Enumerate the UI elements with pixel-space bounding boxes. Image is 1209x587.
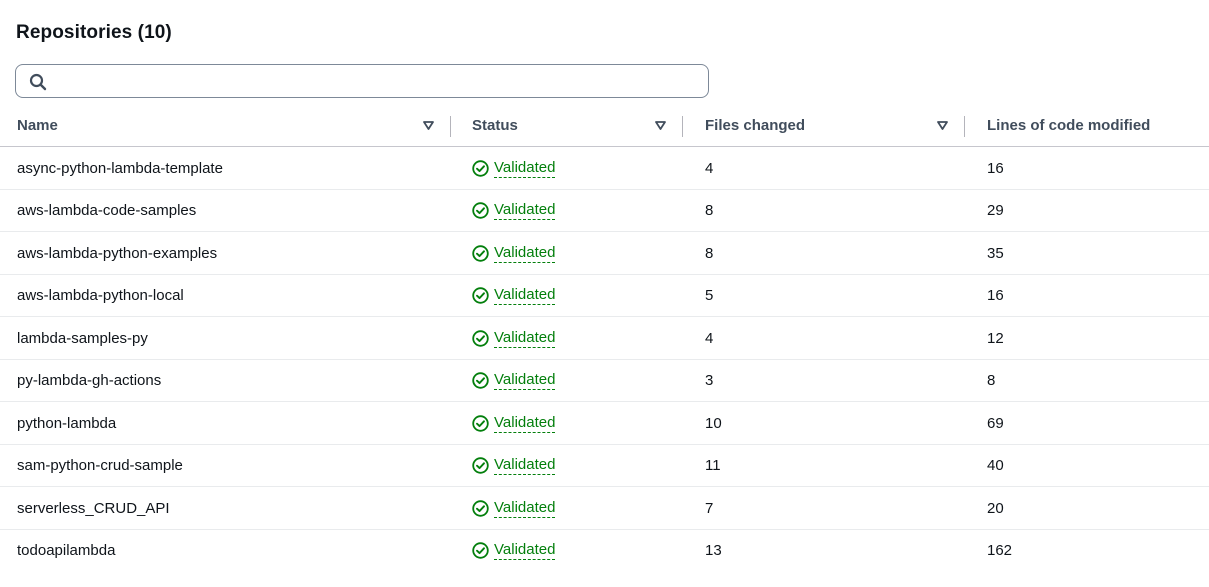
repository-name: serverless_CRUD_API [17, 499, 170, 517]
check-circle-icon [472, 202, 489, 219]
search-field[interactable] [15, 64, 709, 98]
sort-down-icon[interactable] [423, 121, 434, 130]
status-label[interactable]: Validated [494, 329, 556, 348]
status-indicator: Validated [472, 360, 556, 402]
table-row: python-lambda Validated 10 69 [0, 402, 1209, 445]
status-label[interactable]: Validated [494, 244, 556, 263]
column-header-lines-modified[interactable]: Lines of code modified [987, 104, 1150, 147]
check-circle-icon [472, 329, 489, 347]
table-row: aws-lambda-python-examples Validated 8 35 [0, 232, 1209, 275]
status-label[interactable]: Validated [494, 499, 556, 518]
table-row: lambda-samples-py Validated 4 12 [0, 317, 1209, 360]
lines-modified-count: 69 [987, 414, 1004, 432]
repository-name: lambda-samples-py [17, 329, 148, 347]
sort-down-icon[interactable] [655, 121, 666, 130]
table-row: todoapilambda Validated 13 162 [0, 530, 1209, 573]
lines-modified-count: 12 [987, 329, 1004, 347]
files-changed-count: 11 [705, 457, 721, 474]
lines-modified-count: 40 [987, 457, 1004, 474]
repository-name: aws-lambda-code-samples [17, 202, 197, 219]
lines-modified-count: 20 [987, 499, 1004, 517]
files-changed-count: 10 [705, 414, 722, 432]
table-row: serverless_CRUD_API Validated 7 20 [0, 487, 1209, 530]
files-changed-count: 5 [705, 287, 714, 304]
repository-name: py-lambda-gh-actions [17, 372, 162, 389]
status-label[interactable]: Validated [494, 371, 556, 390]
status-label[interactable]: Validated [494, 201, 556, 220]
check-circle-icon [472, 159, 489, 177]
files-changed-count: 4 [705, 159, 714, 177]
column-resizer[interactable] [682, 116, 683, 137]
status-label[interactable]: Validated [494, 159, 556, 178]
check-circle-icon [472, 457, 489, 474]
table-row: sam-python-crud-sample Validated 11 40 [0, 445, 1209, 487]
lines-modified-count: 16 [987, 159, 1004, 177]
files-changed-count: 4 [705, 329, 714, 347]
status-indicator: Validated [472, 530, 556, 572]
repository-name: todoapilambda [17, 542, 116, 559]
table-row: aws-lambda-code-samples Validated 8 29 [0, 190, 1209, 232]
column-resizer[interactable] [450, 116, 451, 137]
search-icon [29, 73, 47, 91]
lines-modified-count: 35 [987, 244, 1004, 262]
status-indicator: Validated [472, 275, 556, 317]
repository-name: sam-python-crud-sample [17, 457, 183, 474]
status-label[interactable]: Validated [494, 414, 556, 433]
check-circle-icon [472, 287, 489, 304]
lines-modified-count: 16 [987, 287, 1004, 304]
status-label[interactable]: Validated [494, 541, 556, 560]
search-input[interactable] [56, 65, 700, 97]
status-indicator: Validated [472, 445, 556, 487]
repository-name: python-lambda [17, 414, 117, 432]
column-header-label: Status [472, 117, 518, 134]
column-resizer[interactable] [964, 116, 965, 137]
status-indicator: Validated [472, 487, 556, 529]
table-row: py-lambda-gh-actions Validated 3 8 [0, 360, 1209, 402]
status-label[interactable]: Validated [494, 456, 556, 475]
files-changed-count: 7 [705, 499, 714, 517]
table-row: aws-lambda-python-local Validated 5 16 [0, 275, 1209, 317]
lines-modified-count: 162 [987, 542, 1013, 559]
column-header-label: Files changed [705, 117, 806, 134]
status-indicator: Validated [472, 190, 556, 232]
column-header-label: Lines of code modified [987, 117, 1151, 134]
check-circle-icon [472, 542, 489, 559]
status-indicator: Validated [472, 147, 556, 189]
lines-modified-count: 29 [987, 202, 1004, 219]
column-header-status[interactable]: Status [472, 104, 518, 147]
status-label[interactable]: Validated [494, 286, 556, 305]
repository-name: aws-lambda-python-local [17, 287, 184, 304]
repository-name: async-python-lambda-template [17, 159, 223, 177]
files-changed-count: 3 [705, 372, 714, 389]
files-changed-count: 8 [705, 202, 714, 219]
lines-modified-count: 8 [987, 372, 996, 389]
status-indicator: Validated [472, 402, 556, 444]
files-changed-count: 8 [705, 244, 714, 262]
column-header-label: Name [17, 117, 58, 134]
sort-down-icon[interactable] [937, 121, 948, 130]
column-header-name[interactable]: Name [17, 104, 58, 147]
status-indicator: Validated [472, 232, 556, 274]
files-changed-count: 13 [705, 542, 722, 559]
table-header: Name Status Files changed Lines of code … [0, 104, 1209, 147]
column-header-files-changed[interactable]: Files changed [705, 104, 805, 147]
check-circle-icon [472, 244, 489, 262]
status-indicator: Validated [472, 317, 556, 359]
page-title: Repositories (10) [16, 22, 172, 43]
check-circle-icon [472, 372, 489, 389]
check-circle-icon [472, 414, 489, 432]
table-row: async-python-lambda-template Validated 4 16 [0, 147, 1209, 190]
repository-name: aws-lambda-python-examples [17, 244, 218, 262]
check-circle-icon [472, 499, 489, 517]
